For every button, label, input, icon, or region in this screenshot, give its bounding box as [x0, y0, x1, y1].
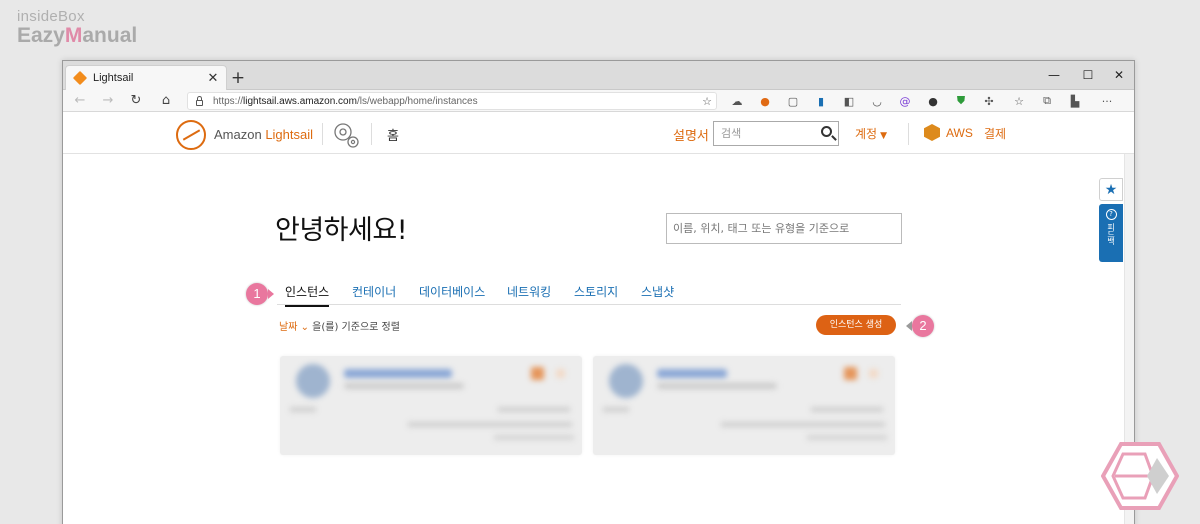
instance-zone-blurred: [494, 435, 574, 440]
help-question-icon: ?: [1105, 209, 1117, 220]
reader-icon[interactable]: ▢: [785, 93, 801, 109]
browser-tab[interactable]: Lightsail ✕: [65, 65, 227, 90]
watermark-line2: EazyManual: [17, 24, 138, 47]
tab-databases[interactable]: 데이터베이스: [419, 283, 485, 300]
header-search-input[interactable]: [714, 122, 810, 145]
header-search[interactable]: [713, 121, 839, 146]
page-greeting: 안녕하세요!: [275, 215, 408, 246]
instance-menu-icon: [844, 367, 857, 380]
instance-ip-blurred: [498, 407, 570, 412]
address-bar[interactable]: https://lightsail.aws.amazon.com/ls/weba…: [187, 92, 717, 110]
instance-name-blurred: [344, 369, 452, 378]
header-divider: [371, 123, 372, 145]
shield-icon[interactable]: ⛊: [953, 93, 969, 109]
url-text: https://lightsail.aws.amazon.com/ls/weba…: [213, 95, 478, 107]
tab-title: Lightsail: [93, 72, 134, 84]
watermark-line1: insideBox: [17, 8, 85, 25]
extension-dark-icon[interactable]: ●: [925, 93, 941, 109]
browser-window: Lightsail ✕ + — ☐ ✕ ← → ↻ ⌂ https://ligh…: [62, 60, 1135, 524]
tab-networking[interactable]: 네트워킹: [507, 283, 551, 300]
back-arrow-icon[interactable]: ←: [71, 92, 89, 110]
minimize-button[interactable]: —: [1037, 65, 1071, 85]
lightsail-brand[interactable]: Amazon Lightsail: [214, 127, 313, 142]
instance-ipv6-blurred: [408, 422, 572, 427]
close-window-button[interactable]: ✕: [1102, 65, 1136, 85]
new-tab-button[interactable]: +: [228, 68, 248, 88]
home-link[interactable]: 홈: [387, 125, 399, 144]
instance-status-icon: [869, 369, 878, 378]
instance-detail-blurred: [344, 383, 464, 389]
extension-orange-icon[interactable]: ●: [757, 93, 773, 109]
instance-ipv6-blurred: [721, 422, 885, 427]
aws-cube-icon: [924, 124, 940, 141]
callout-badge-2: 2: [912, 315, 934, 337]
billing-link[interactable]: 결제: [984, 125, 1006, 142]
lightsail-favicon-icon: [72, 70, 88, 86]
aws-console-link[interactable]: AWS: [946, 126, 973, 140]
forward-arrow-icon[interactable]: →: [99, 92, 117, 110]
mastodon-icon[interactable]: @: [897, 93, 913, 109]
instance-zone-blurred: [807, 435, 887, 440]
feedback-button[interactable]: ? 피드백: [1099, 204, 1123, 262]
watermark-hex-logo-icon: [1101, 442, 1179, 510]
extensions-puzzle-icon[interactable]: ✣: [981, 93, 997, 109]
chevron-down-icon: ⌄: [300, 322, 309, 333]
extension-chart-icon[interactable]: ▙: [1067, 93, 1083, 109]
collections-stack-icon[interactable]: ⧉: [1039, 93, 1055, 109]
add-favorite-icon[interactable]: ☆: [699, 93, 715, 109]
pocket-icon[interactable]: ◡: [869, 93, 885, 109]
tab-instances[interactable]: 인스턴스: [285, 283, 330, 307]
side-widget: ★ ? 피드백: [1099, 178, 1123, 262]
reload-icon[interactable]: ↻: [127, 92, 145, 110]
cloud-sync-icon[interactable]: ☁: [729, 93, 745, 109]
lock-icon: [196, 95, 203, 106]
callout-pointer: [906, 321, 912, 331]
home-icon[interactable]: ⌂: [157, 92, 175, 110]
callout-pointer: [268, 289, 274, 299]
tab-containers[interactable]: 컨테이너: [352, 283, 396, 300]
tab-close-icon[interactable]: ✕: [204, 71, 222, 86]
tab-snapshots[interactable]: 스냅샷: [641, 283, 674, 300]
callout-badge-1: 1: [246, 283, 268, 305]
chevron-down-icon: ▼: [880, 131, 888, 141]
instance-state-blurred: [603, 407, 629, 412]
lightsail-logo-icon[interactable]: [176, 120, 206, 150]
header-divider: [322, 123, 323, 145]
sort-key-dropdown[interactable]: 날짜 ⌄: [279, 322, 309, 333]
settings-gear-icon[interactable]: [331, 120, 361, 150]
resource-filter-input[interactable]: [667, 214, 901, 243]
extension-blue-icon[interactable]: ▮: [813, 93, 829, 109]
favorites-star-icon[interactable]: ★: [1099, 178, 1123, 201]
header-divider: [908, 123, 909, 145]
instance-card[interactable]: [280, 356, 582, 455]
instance-menu-icon: [531, 367, 544, 380]
instance-state-blurred: [290, 407, 316, 412]
site-watermark-logo: insideBox EazyManual: [17, 8, 137, 48]
search-icon[interactable]: [821, 126, 832, 137]
instance-ip-blurred: [811, 407, 883, 412]
resource-tabs: 인스턴스 컨테이너 데이터베이스 네트워킹 스토리지 스냅샷: [277, 281, 901, 307]
sort-label: 을(를) 기준으로 정렬: [312, 322, 400, 333]
collections-icon[interactable]: ◧: [841, 93, 857, 109]
address-toolbar: ← → ↻ ⌂ https://lightsail.aws.amazon.com…: [63, 90, 1134, 112]
instance-os-icon: [609, 364, 643, 398]
instance-name-blurred: [657, 369, 727, 378]
more-menu-icon[interactable]: ···: [1099, 93, 1115, 109]
tab-storage[interactable]: 스토리지: [574, 283, 618, 300]
instance-card[interactable]: [593, 356, 895, 455]
resource-filter[interactable]: [666, 213, 902, 244]
instance-status-icon: [556, 369, 565, 378]
docs-link[interactable]: 설명서: [673, 125, 709, 144]
account-menu[interactable]: 계정 ▼: [855, 125, 887, 142]
instance-os-icon: [296, 364, 330, 398]
sort-control: 날짜 ⌄ 을(를) 기준으로 정렬: [279, 318, 400, 333]
tab-bar: Lightsail ✕ + — ☐ ✕: [63, 61, 1134, 90]
lightsail-header: Amazon Lightsail 홈 설명서 계정▼ AWS 결제: [63, 112, 1134, 154]
favorites-icon[interactable]: ☆: [1011, 93, 1027, 109]
create-instance-button[interactable]: 인스턴스 생성: [816, 315, 896, 335]
instance-detail-blurred: [657, 383, 777, 389]
feedback-label: 피드백: [1106, 223, 1116, 244]
maximize-button[interactable]: ☐: [1071, 65, 1105, 85]
